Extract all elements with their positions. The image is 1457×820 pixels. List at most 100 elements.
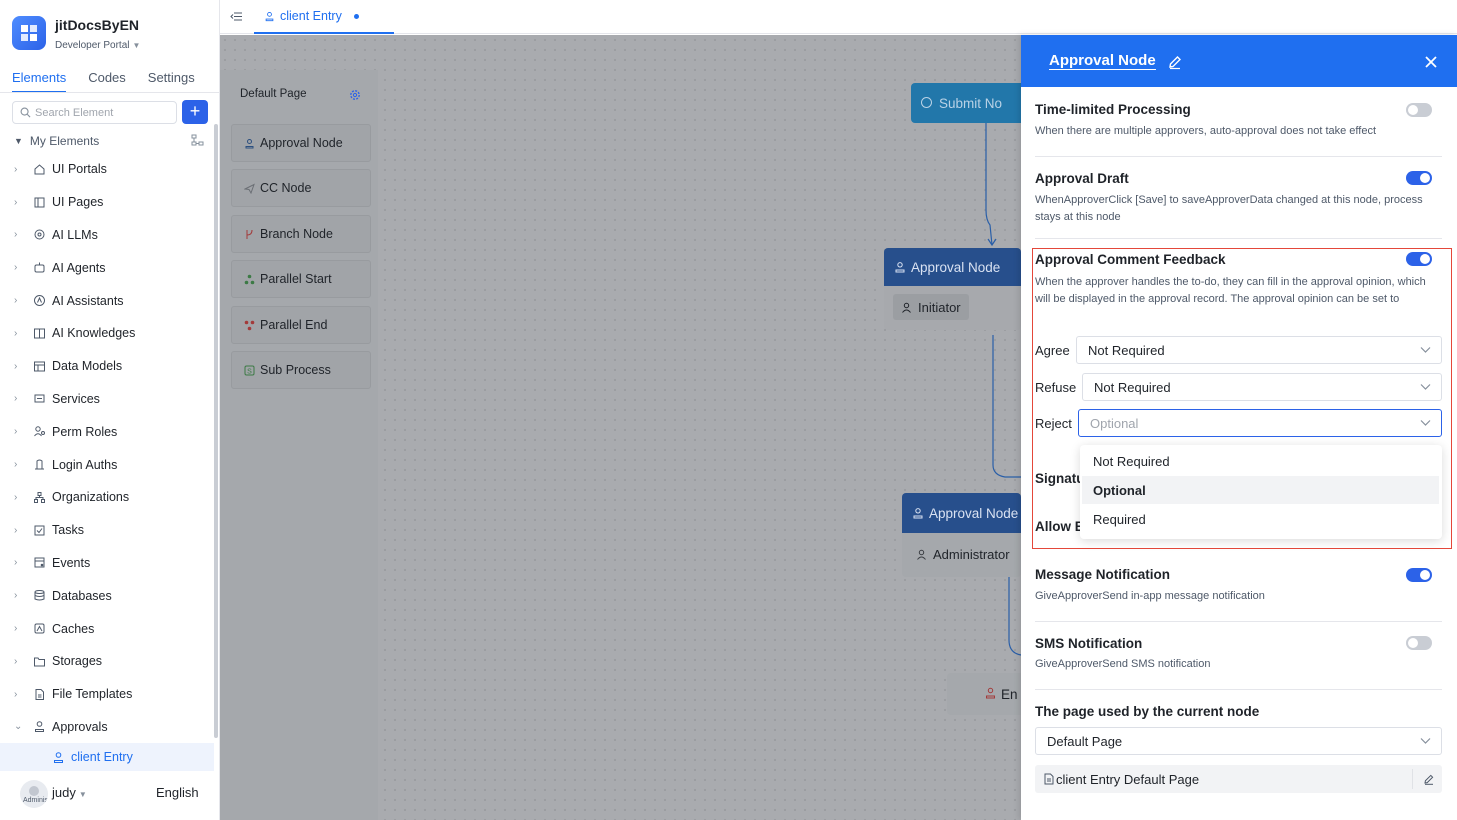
book-icon xyxy=(32,326,46,340)
tab-elements[interactable]: Elements xyxy=(12,70,67,93)
sidebar-item-label: Databases xyxy=(52,588,112,603)
sidebar-item-label: Storages xyxy=(52,654,103,669)
divider xyxy=(1035,238,1442,239)
my-elements-header[interactable]: ▼ My Elements xyxy=(14,133,204,149)
sidebar-item-ai-knowledges[interactable]: › AI Knowledges xyxy=(0,317,214,350)
comment-feedback-toggle[interactable] xyxy=(1406,252,1432,266)
sidebar-item-label: Login Auths xyxy=(52,457,118,472)
caret-down-icon: ▼ xyxy=(78,790,87,799)
assignee-chip: Administrator xyxy=(908,541,1018,567)
portal-label: Developer Portal xyxy=(55,40,130,51)
sidebar-scrollbar[interactable] xyxy=(214,124,218,738)
tab-client-entry[interactable]: client Entry xyxy=(254,0,394,34)
roles-icon xyxy=(32,425,46,439)
page-used-title: The page used by the current node xyxy=(1035,704,1260,719)
sidebar-item-data-models[interactable]: › Data Models xyxy=(0,350,214,383)
edit-icon[interactable] xyxy=(1167,54,1183,70)
node-title: Approval Node xyxy=(911,259,1001,275)
approval-node-1[interactable]: Approval Node Initiator xyxy=(884,248,1021,330)
sidebar-item-approvals[interactable]: ⌄ Approvals xyxy=(0,711,214,744)
close-icon[interactable] xyxy=(1424,55,1438,69)
sidebar-item-label: UI Portals xyxy=(52,162,107,177)
sidebar-item-organizations[interactable]: › Organizations xyxy=(0,481,214,514)
assistant-icon xyxy=(32,294,46,308)
tree-view-icon[interactable] xyxy=(191,134,204,147)
sidebar-item-label: Events xyxy=(52,555,91,570)
sms-notification-desc: GiveApproverSend SMS notification xyxy=(1035,658,1211,670)
cache-icon xyxy=(32,622,46,636)
option-optional[interactable]: Optional xyxy=(1082,476,1439,504)
reject-dropdown: Not Required Optional Required xyxy=(1080,445,1442,539)
sidebar-item-client-entry[interactable]: client Entry xyxy=(0,743,214,772)
option-required[interactable]: Required xyxy=(1082,505,1439,533)
signature-title: Signatu xyxy=(1035,471,1085,486)
sidebar-item-ai-agents[interactable]: › AI Agents xyxy=(0,251,214,284)
sidebar-item-label: Caches xyxy=(52,621,95,636)
refuse-select[interactable]: Not Required xyxy=(1082,373,1442,401)
message-notification-toggle[interactable] xyxy=(1406,568,1432,582)
time-limited-title: Time-limited Processing xyxy=(1035,102,1191,117)
collapse-sidebar-icon[interactable] xyxy=(230,10,243,23)
sidebar-item-label: Tasks xyxy=(52,523,84,538)
sidebar-item-storages[interactable]: › Storages xyxy=(0,645,214,678)
sms-notification-toggle[interactable] xyxy=(1406,636,1432,650)
chevron-right-icon: › xyxy=(14,196,18,208)
page-link-text: client Entry Default Page xyxy=(1056,771,1200,787)
tab-codes[interactable]: Codes xyxy=(88,70,126,93)
user-menu[interactable]: judy ▼ xyxy=(52,785,87,800)
node-title: Approval Node xyxy=(929,505,1019,521)
document-icon xyxy=(1044,773,1054,785)
triangle-down-icon: ▼ xyxy=(14,136,23,146)
element-tree: › UI Portals › UI Pages › AI LLMs › AI Agent… xyxy=(0,153,214,772)
chevron-right-icon: › xyxy=(14,426,18,438)
separator xyxy=(1412,769,1413,789)
time-limited-toggle[interactable] xyxy=(1406,103,1432,117)
agree-value: Not Required xyxy=(1088,342,1165,358)
sidebar-item-perm-roles[interactable]: › Perm Roles xyxy=(0,415,214,448)
add-element-button[interactable]: + xyxy=(182,100,208,124)
chevron-right-icon: › xyxy=(14,459,18,471)
time-limited-desc: When there are multiple approvers, auto-… xyxy=(1035,125,1376,137)
chevron-right-icon: › xyxy=(14,393,18,405)
chevron-down-icon xyxy=(1420,347,1431,353)
sidebar-item-label: Approvals xyxy=(52,719,108,734)
reject-placeholder: Optional xyxy=(1090,415,1139,431)
tab-settings[interactable]: Settings xyxy=(148,70,195,93)
chevron-down-icon xyxy=(1420,738,1431,744)
edit-icon[interactable] xyxy=(1423,773,1435,785)
storage-icon xyxy=(32,654,46,668)
agree-select[interactable]: Not Required xyxy=(1076,336,1442,364)
sidebar-item-events[interactable]: › Events xyxy=(0,547,214,580)
unsaved-dot xyxy=(353,13,359,19)
sidebar-item-login-auths[interactable]: › Login Auths xyxy=(0,448,214,481)
sms-notification-title: SMS Notification xyxy=(1035,636,1143,651)
sidebar-item-ai-assistants[interactable]: › AI Assistants xyxy=(0,284,214,317)
avatar[interactable]: Administrator xyxy=(20,780,48,808)
approval-node-2[interactable]: Approval Node Administrator xyxy=(902,493,1021,577)
sidebar-item-caches[interactable]: › Caches xyxy=(0,612,214,645)
app-logo[interactable] xyxy=(12,16,46,50)
flow-canvas[interactable]: Default Page Approval Node CC Node Branc… xyxy=(220,35,1041,820)
approval-draft-toggle[interactable] xyxy=(1406,171,1432,185)
page-select[interactable]: Default Page xyxy=(1035,727,1442,755)
sidebar-item-ai-llms[interactable]: › AI LLMs xyxy=(0,219,214,252)
sidebar-item-databases[interactable]: › Databases xyxy=(0,579,214,612)
reject-select[interactable]: Optional xyxy=(1078,409,1442,437)
sidebar-item-ui-pages[interactable]: › UI Pages xyxy=(0,186,214,219)
chevron-down-icon xyxy=(1420,420,1431,426)
panel-title[interactable]: Approval Node xyxy=(1049,52,1156,70)
sidebar-item-file-templates[interactable]: › File Templates xyxy=(0,678,214,711)
sidebar-item-services[interactable]: › Services xyxy=(0,383,214,416)
sidebar-item-ui-portals[interactable]: › UI Portals xyxy=(0,153,214,186)
org-icon xyxy=(32,490,46,504)
person-icon xyxy=(913,508,923,519)
user-icon xyxy=(902,302,911,313)
page-link[interactable]: client Entry Default Page xyxy=(1035,765,1442,793)
end-node-label: En xyxy=(1001,686,1018,702)
search-input[interactable] xyxy=(35,106,170,119)
portal-selector[interactable]: Developer Portal ▼ xyxy=(55,40,140,51)
option-not-required[interactable]: Not Required xyxy=(1082,447,1439,475)
sidebar-item-tasks[interactable]: › Tasks xyxy=(0,514,214,547)
reject-label: Reject xyxy=(1035,416,1072,431)
language-switch[interactable]: English xyxy=(156,785,199,800)
